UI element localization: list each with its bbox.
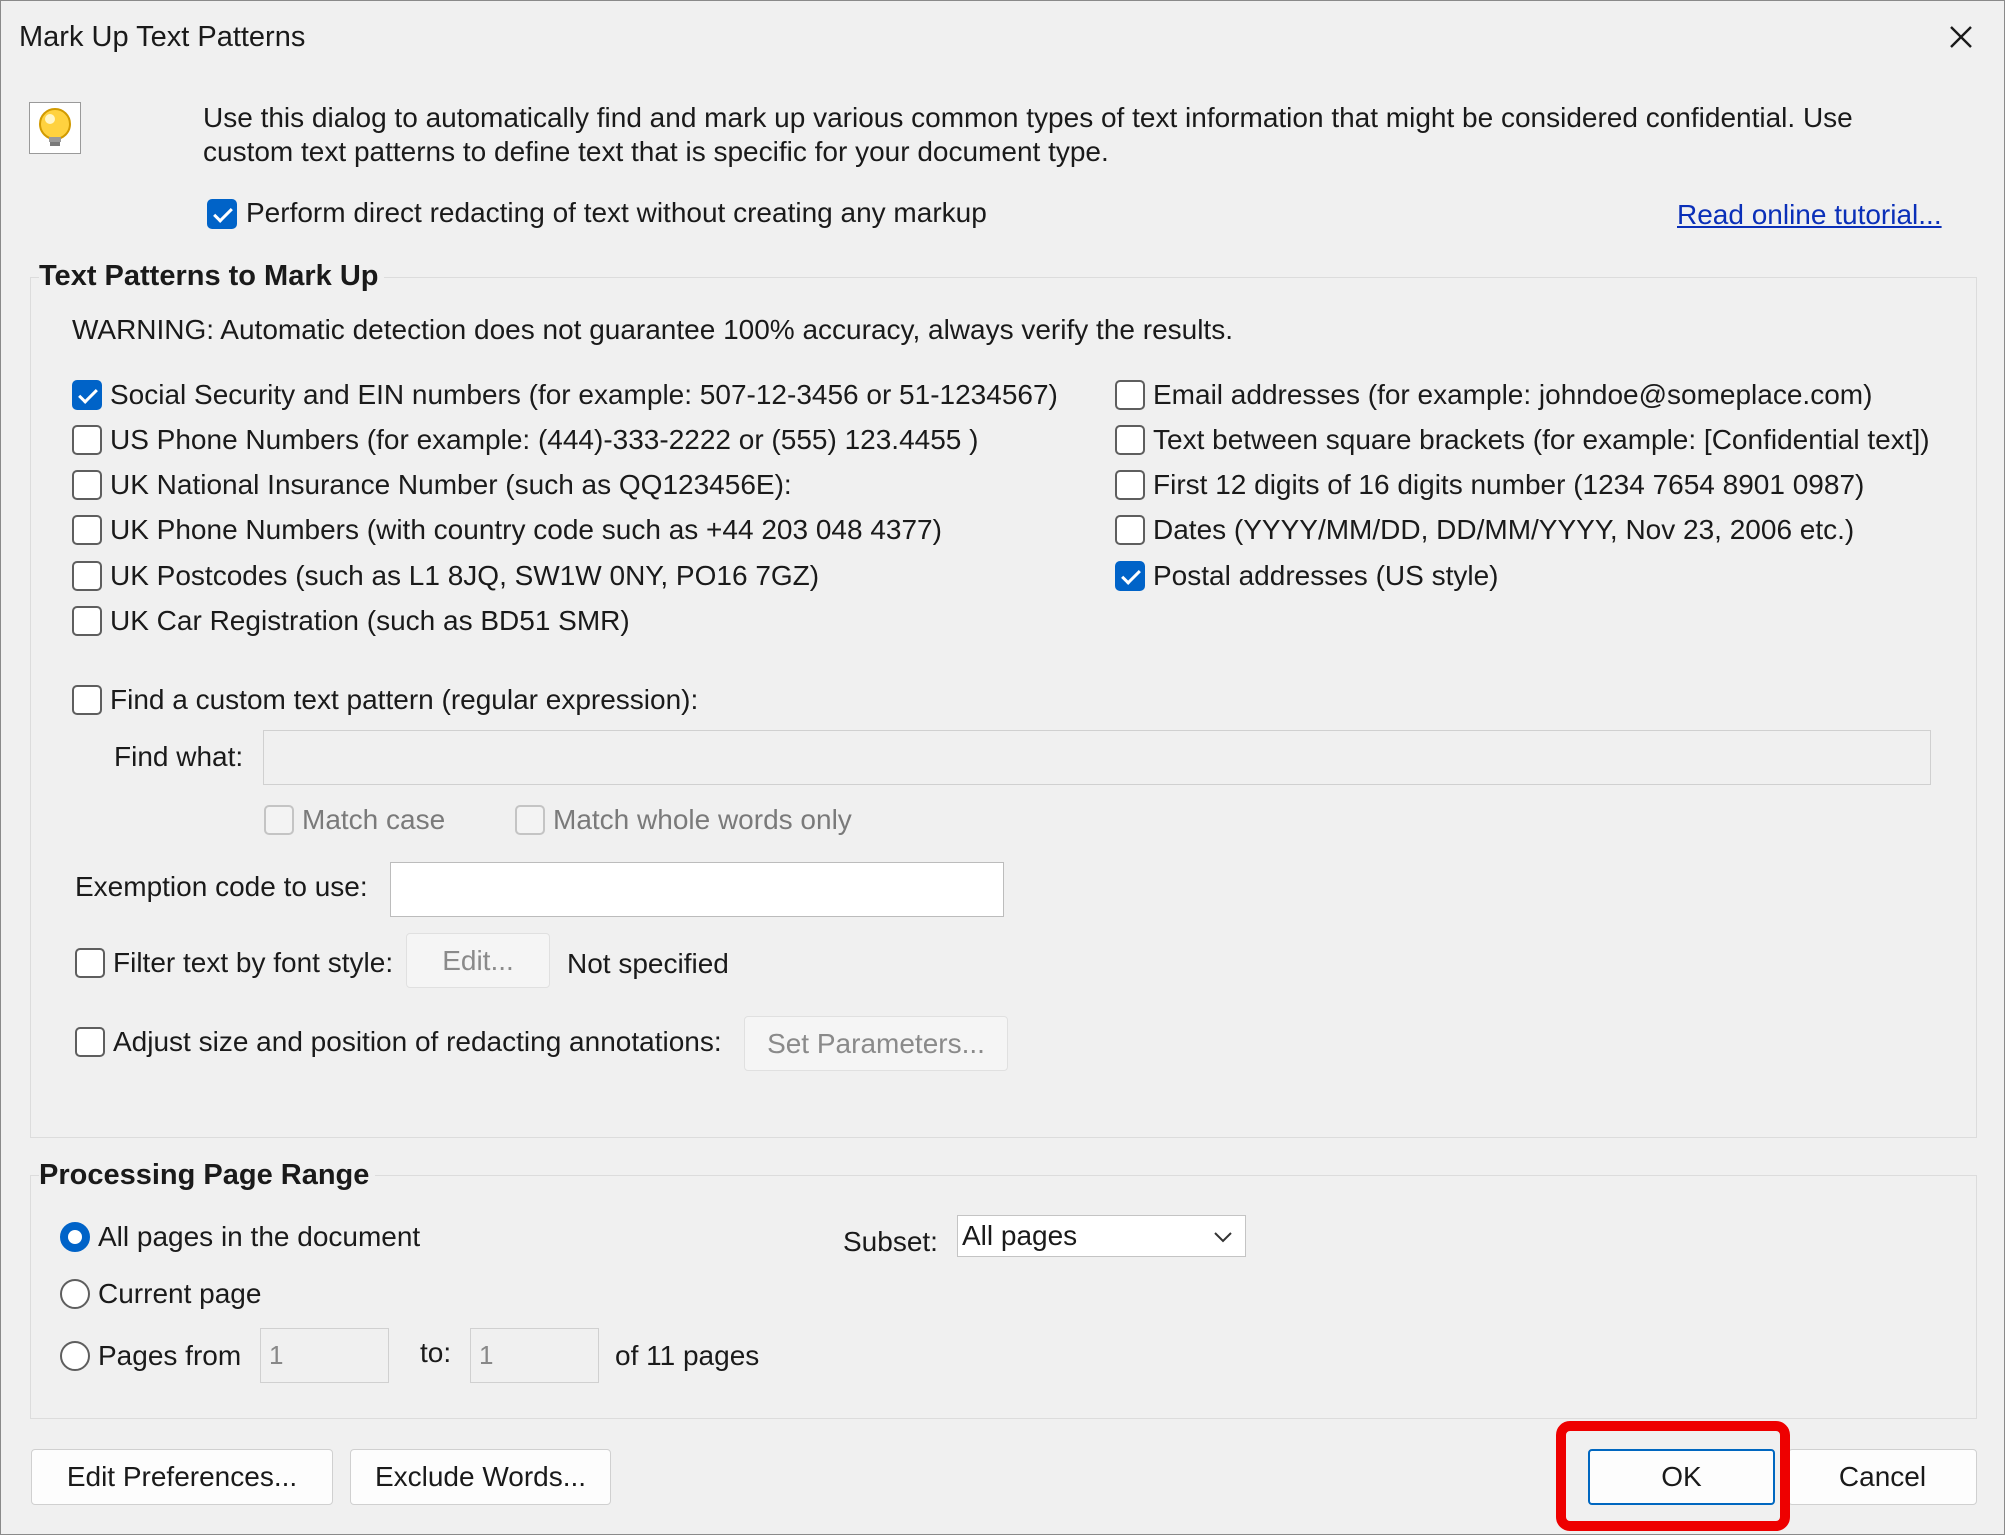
edit-preferences-button[interactable]: Edit Preferences... [31,1449,333,1505]
exemption-field[interactable] [391,863,1003,916]
dates-label: Dates (YYYY/MM/DD, DD/MM/YYYY, Nov 23, 2… [1153,514,1855,545]
pages-from-label: Pages from [98,1340,242,1371]
direct-redact-checkbox[interactable] [207,199,237,229]
find-what-field[interactable] [264,731,1930,784]
digits-label: First 12 digits of 16 digits number (123… [1153,469,1865,500]
subset-value: All pages [962,1220,1078,1251]
ok-button[interactable]: OK [1588,1449,1775,1505]
all-pages-label: All pages in the document [98,1221,421,1252]
match-case-checkbox[interactable] [264,805,294,835]
exemption-input[interactable] [390,862,1004,917]
exemption-label: Exemption code to use: [75,871,368,902]
close-button[interactable] [1936,17,1986,57]
pages-from-input[interactable] [260,1328,389,1383]
ssn-label: Social Security and EIN numbers (for exa… [110,379,1058,410]
uk-phone-checkbox[interactable] [72,515,102,545]
custom-pattern-checkbox[interactable] [72,685,102,715]
tutorial-link[interactable]: Read online tutorial... [1677,199,1942,231]
postal-label: Postal addresses (US style) [1153,560,1499,591]
email-checkbox[interactable] [1115,380,1145,410]
current-page-label: Current page [98,1278,262,1309]
patterns-heading: Text Patterns to Mark Up [39,260,385,293]
subset-dropdown[interactable]: All pages [957,1215,1246,1257]
current-page-radio[interactable] [60,1279,90,1309]
ssn-checkbox[interactable] [72,380,102,410]
custom-pattern-label: Find a custom text pattern (regular expr… [110,684,699,715]
subset-label: Subset: [843,1226,938,1257]
brackets-checkbox[interactable] [1115,425,1145,455]
match-case-label: Match case [302,804,446,835]
uk-postcode-checkbox[interactable] [72,561,102,591]
filter-edit-button[interactable]: Edit... [406,933,550,988]
cancel-button[interactable]: Cancel [1788,1449,1977,1505]
find-what-label: Find what: [114,741,244,772]
close-icon [1950,26,1972,48]
all-pages-radio[interactable] [60,1222,90,1252]
whole-words-label: Match whole words only [553,804,852,835]
uk-postcode-label: UK Postcodes (such as L1 8JQ, SW1W 0NY, … [110,560,820,591]
postal-checkbox[interactable] [1115,561,1145,591]
range-heading: Processing Page Range [39,1159,376,1192]
filter-status-text: Not specified [567,948,729,979]
uk-phone-label: UK Phone Numbers (with country code such… [110,514,942,545]
intro-description: Use this dialog to automatically find an… [203,102,1853,167]
to-label: to: [420,1337,452,1368]
dates-checkbox[interactable] [1115,515,1145,545]
adjust-size-checkbox[interactable] [75,1027,105,1057]
filter-font-checkbox[interactable] [75,948,105,978]
uk-nin-checkbox[interactable] [72,470,102,500]
us-phone-checkbox[interactable] [72,425,102,455]
brackets-label: Text between square brackets (for exampl… [1153,424,1930,455]
digits-checkbox[interactable] [1115,470,1145,500]
pages-to-field[interactable] [471,1329,598,1382]
email-label: Email addresses (for example: johndoe@so… [1153,379,1873,410]
exclude-words-button[interactable]: Exclude Words... [350,1449,611,1505]
pages-to-input[interactable] [470,1328,599,1383]
window-title: Mark Up Text Patterns [19,21,306,53]
lightbulb-icon [29,102,81,154]
uk-car-label: UK Car Registration (such as BD51 SMR) [110,605,630,636]
uk-car-checkbox[interactable] [72,606,102,636]
pages-from-field[interactable] [261,1329,388,1382]
uk-nin-label: UK National Insurance Number (such as QQ… [110,469,792,500]
chevron-down-icon [1214,1232,1232,1243]
filter-font-label: Filter text by font style: [113,947,394,978]
whole-words-checkbox[interactable] [515,805,545,835]
adjust-size-label: Adjust size and position of redacting an… [113,1026,722,1057]
pages-from-radio[interactable] [60,1341,90,1371]
find-what-input[interactable] [263,730,1931,785]
direct-redact-label: Perform direct redacting of text without… [246,197,987,228]
dialog-window: Mark Up Text Patterns Use this dialog to… [0,0,2005,1535]
set-parameters-button[interactable]: Set Parameters... [744,1016,1008,1071]
us-phone-label: US Phone Numbers (for example: (444)-333… [110,424,979,455]
of-pages-label: of 11 pages [615,1340,760,1371]
warning-text: WARNING: Automatic detection does not gu… [72,314,1233,345]
